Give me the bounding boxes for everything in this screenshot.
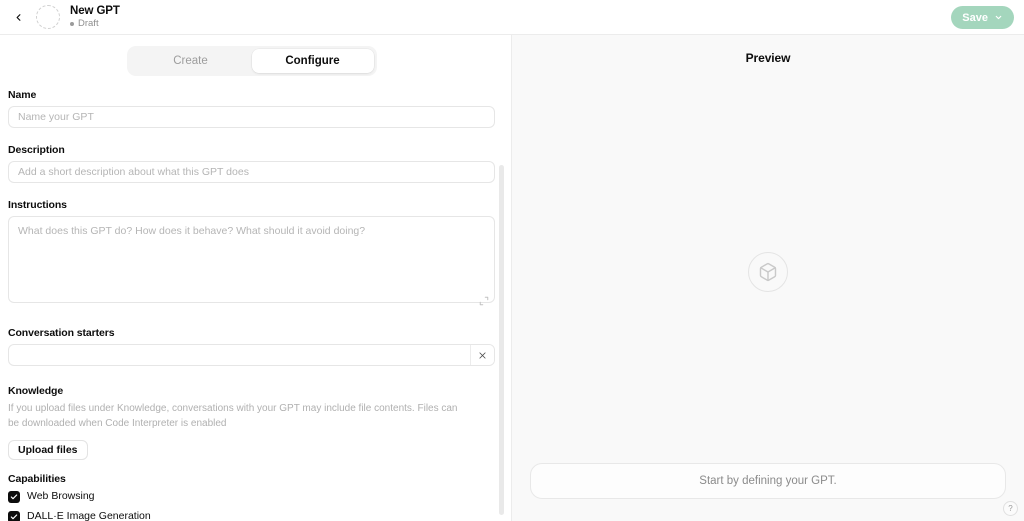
upload-files-button[interactable]: Upload files [8,440,88,460]
chevron-left-icon [16,13,20,21]
conversation-starter-row [8,344,495,366]
preview-composer-wrap: Start by defining your GPT. [512,463,1024,521]
instructions-label: Instructions [8,199,67,211]
status-dot-icon [70,21,74,26]
capability-label: Web Browsing [27,490,95,502]
help-icon: ? [1008,504,1013,513]
expand-corner-icon[interactable] [479,293,489,306]
configure-panel-scrollbar[interactable] [499,165,504,515]
status-label: Draft [78,18,99,29]
tab-configure[interactable]: Configure [251,49,374,73]
tab-create[interactable]: Create [130,49,252,73]
name-field-group: Name [8,89,495,128]
checkbox-checked-icon[interactable] [8,490,20,503]
avatar[interactable] [36,5,60,29]
chevron-down-icon [994,13,1003,22]
conversation-starters-label: Conversation starters [8,327,115,339]
body-split: Create Configure Name Description [0,35,1024,521]
preview-composer-placeholder: Start by defining your GPT. [699,475,837,487]
save-button-label: Save [962,11,988,24]
capabilities-label: Capabilities [8,473,66,485]
description-field-group: Description [8,144,495,183]
name-input[interactable] [8,106,495,128]
description-label: Description [8,144,65,156]
instructions-textarea[interactable] [8,216,495,303]
knowledge-description: If you upload files under Knowledge, con… [8,403,458,429]
checkbox-checked-icon[interactable] [8,510,20,521]
knowledge-group: Knowledge If you upload files under Know… [8,385,495,460]
instructions-field-group: Instructions [8,199,495,308]
back-button[interactable] [8,7,28,27]
configure-scroll-area: Create Configure Name Description [0,35,511,521]
name-label: Name [8,89,37,101]
tab-bar: Create Configure [8,35,495,89]
capabilities-group: Capabilities Web Browsing DALL·E Image G… [8,473,495,521]
description-input[interactable] [8,161,495,183]
knowledge-label: Knowledge [8,385,64,397]
capability-label: DALL·E Image Generation [27,510,151,521]
capability-web-browsing[interactable]: Web Browsing [8,490,495,503]
conversation-starter-input[interactable] [9,345,470,365]
preview-panel: Preview Start by defining your GPT. ? [512,35,1024,521]
title-block: New GPT Draft [70,5,120,29]
capability-dalle-image-generation[interactable]: DALL·E Image Generation [8,510,495,521]
conversation-starters-group: Conversation starters [8,327,495,366]
configure-panel: Create Configure Name Description [0,35,512,521]
preview-empty-state [512,81,1024,463]
preview-title: Preview [745,51,791,65]
close-icon [479,351,486,359]
save-button[interactable]: Save [951,6,1014,29]
preview-composer[interactable]: Start by defining your GPT. [530,463,1006,499]
top-bar: New GPT Draft Save [0,0,1024,35]
gpt-builder-app: New GPT Draft Save Create Configure Name… [0,0,1024,521]
remove-starter-button[interactable] [470,345,494,365]
cube-icon [748,252,788,292]
help-button[interactable]: ? [1003,501,1018,516]
status-badge: Draft [70,18,120,29]
page-title: New GPT [70,5,120,17]
